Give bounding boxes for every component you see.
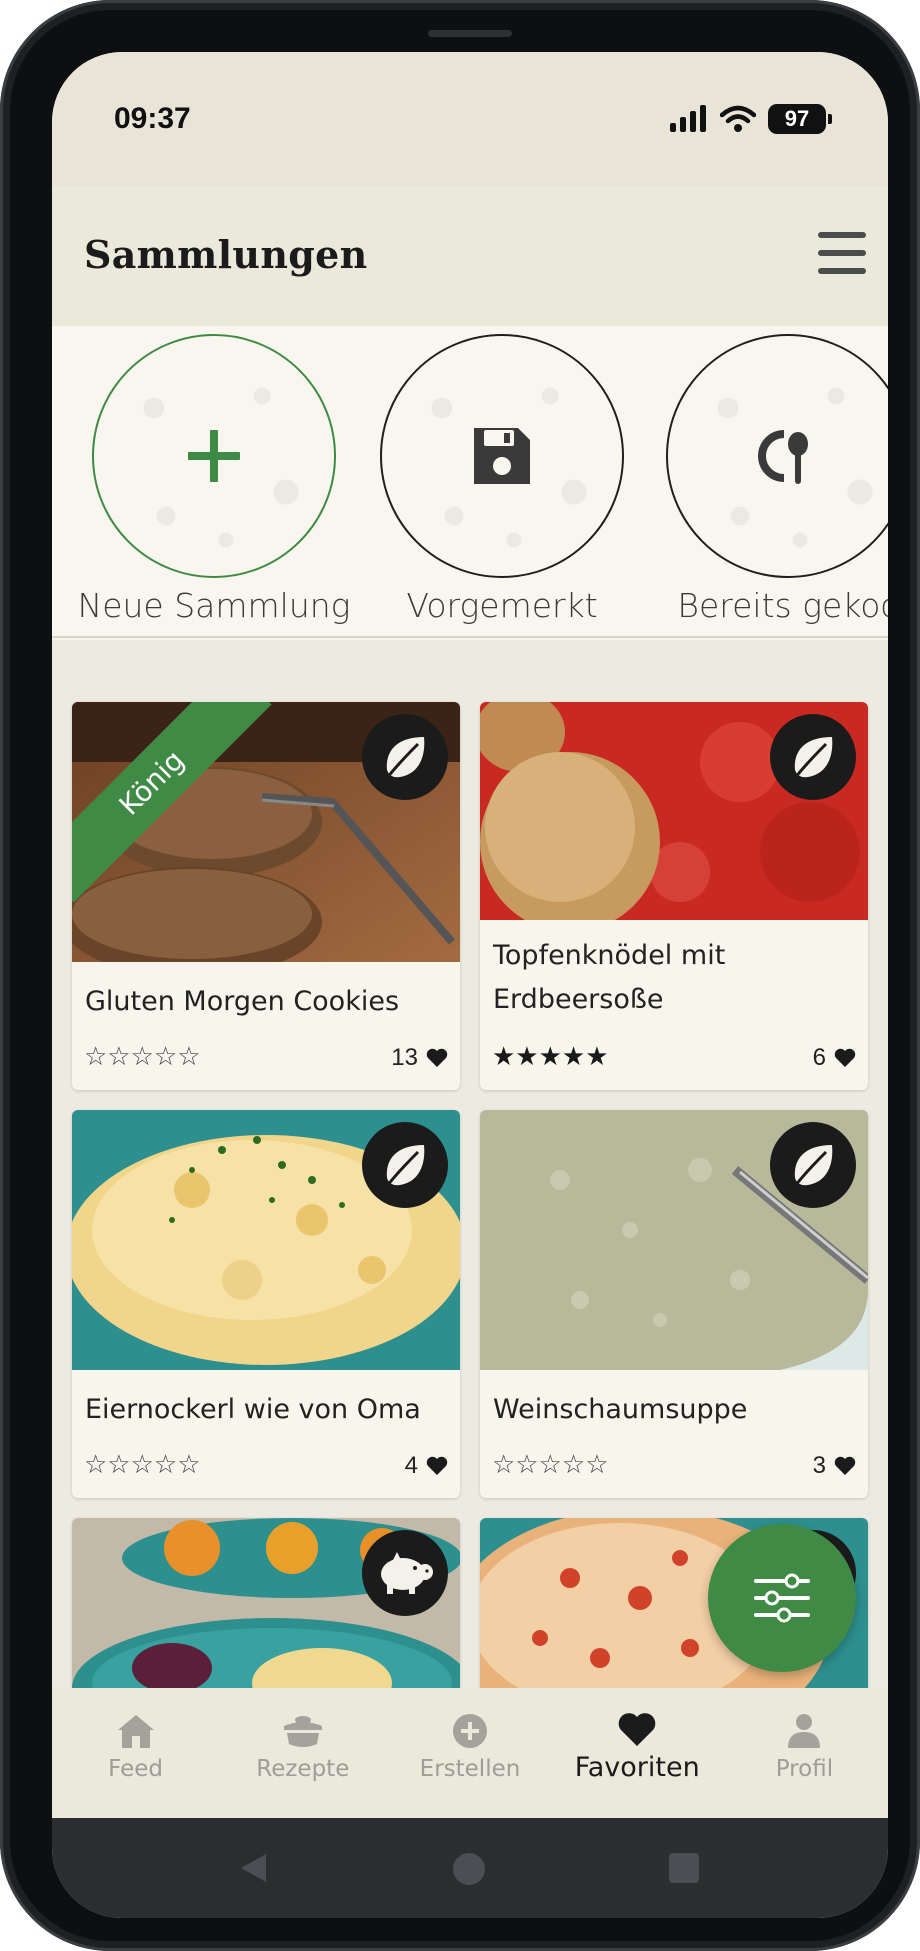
collections-strip[interactable]: Neue Sammlung Vorgemerkt Bereits gekoc: [52, 326, 888, 638]
back-icon[interactable]: [238, 1852, 268, 1884]
nav-label: Erstellen: [419, 1756, 521, 1782]
leaf-icon: [793, 737, 833, 779]
like-count-value: 3: [812, 1452, 826, 1479]
collection-circle: [380, 334, 624, 578]
like-count-value: 6: [812, 1044, 826, 1071]
menu-bar: [818, 268, 866, 274]
like-count-value: 13: [391, 1044, 418, 1071]
device-frame: 09:37 97 Sammlungen Neue Sammlung Vorgem…: [0, 0, 920, 1951]
device-bezel: 09:37 97 Sammlungen Neue Sammlung Vorgem…: [10, 10, 910, 1941]
like-count: 6: [813, 1044, 856, 1072]
nav-item-feed[interactable]: Feed: [52, 1688, 219, 1818]
recipe-card-cookies[interactable]: König Gluten Morgen Cookies ☆☆☆☆☆ 13: [72, 702, 460, 1090]
nav-item-favoriten[interactable]: Favoriten: [554, 1688, 721, 1818]
add-circle-icon: [453, 1714, 487, 1748]
rating-stars: ☆☆☆☆☆: [84, 1042, 201, 1072]
leaf-icon: [385, 1145, 425, 1187]
heart-icon: [834, 1048, 856, 1067]
bottom-navigation: Feed Rezepte Erstellen Favoriten Profil: [52, 1688, 888, 1818]
recipe-card-eiernockerl[interactable]: Eiernockerl wie von Oma ☆☆☆☆☆ 4: [72, 1110, 460, 1498]
home-icon: [117, 1715, 154, 1748]
leaf-icon: [385, 737, 425, 779]
meat-badge: [362, 1530, 448, 1616]
nav-item-rezepte[interactable]: Rezepte: [219, 1688, 386, 1818]
rating-stars: ☆☆☆☆☆: [492, 1450, 609, 1480]
vegetarian-badge: [770, 1122, 856, 1208]
vegetarian-badge: [770, 714, 856, 800]
menu-button[interactable]: [818, 232, 866, 274]
plus-icon: [188, 430, 240, 482]
recipe-title: Gluten Morgen Cookies: [85, 986, 400, 1017]
speaker-grille: [428, 30, 512, 37]
nav-label: Feed: [108, 1756, 164, 1782]
recipe-title: Eiernockerl wie von Oma: [85, 1394, 421, 1425]
heart-icon: [834, 1456, 856, 1475]
like-count: 13: [391, 1044, 448, 1072]
recipe-title: Topfenknödel mit Erdbeersoße: [493, 940, 726, 1015]
like-count-value: 4: [404, 1452, 418, 1479]
recents-icon[interactable]: [668, 1852, 700, 1884]
collection-vorgemerkt[interactable]: Vorgemerkt: [380, 334, 624, 625]
home-circle-icon[interactable]: [452, 1852, 486, 1886]
recipe-card-weinschaumsuppe[interactable]: Weinschaumsuppe ☆☆☆☆☆ 3: [480, 1110, 868, 1498]
wifi-icon: [720, 105, 756, 132]
signal-icon: [670, 105, 706, 132]
menu-bar: [818, 232, 866, 238]
collection-label: Bereits gekoc: [677, 586, 888, 625]
status-bar: 09:37 97: [52, 52, 888, 186]
nav-label: Favoriten: [574, 1752, 700, 1783]
nav-label: Profil: [775, 1756, 834, 1782]
recipe-card-meat-dish[interactable]: [72, 1518, 460, 1688]
app-screen: 09:37 97 Sammlungen Neue Sammlung Vorgem…: [52, 52, 888, 1918]
menu-bar: [818, 250, 866, 256]
sliders-icon: [754, 1573, 810, 1623]
vegetarian-badge: [362, 714, 448, 800]
collection-circle: [666, 334, 888, 578]
heart-icon: [426, 1456, 448, 1475]
page-title: Sammlungen: [84, 232, 368, 277]
collection-label: Neue Sammlung: [77, 586, 351, 625]
nav-label: Rezepte: [256, 1756, 350, 1782]
battery-indicator: 97: [768, 104, 832, 134]
collection-bereits-gekocht[interactable]: Bereits gekoc: [666, 334, 888, 625]
system-navigation-bar: [52, 1818, 888, 1918]
rating-stars: ★★★★★: [492, 1042, 609, 1072]
recipe-title: Weinschaumsuppe: [493, 1394, 748, 1425]
like-count: 4: [405, 1452, 448, 1480]
heart-icon: [426, 1048, 448, 1067]
recipe-card-topfenknoedel[interactable]: Topfenknödel mit Erdbeersoße ★★★★★ 6: [480, 702, 868, 1090]
floppy-disk-icon: [474, 428, 530, 484]
vegetarian-badge: [362, 1122, 448, 1208]
status-time: 09:37: [114, 102, 191, 135]
status-icons: 97: [668, 104, 832, 134]
pot-icon: [283, 1716, 322, 1747]
nav-item-erstellen[interactable]: Erstellen: [386, 1688, 553, 1818]
cooked-spoon-icon: [758, 430, 808, 484]
like-count: 3: [813, 1452, 856, 1480]
pig-icon: [381, 1552, 433, 1594]
leaf-icon: [793, 1145, 833, 1187]
app-header: Sammlungen: [52, 186, 888, 326]
filter-button[interactable]: [708, 1524, 856, 1672]
rating-stars: ☆☆☆☆☆: [84, 1450, 201, 1480]
heart-icon: [618, 1713, 656, 1746]
nav-item-profil[interactable]: Profil: [721, 1688, 888, 1818]
collection-new[interactable]: Neue Sammlung: [78, 334, 350, 625]
person-icon: [788, 1714, 821, 1748]
collection-label: Vorgemerkt: [406, 586, 598, 625]
collection-circle: [92, 334, 336, 578]
